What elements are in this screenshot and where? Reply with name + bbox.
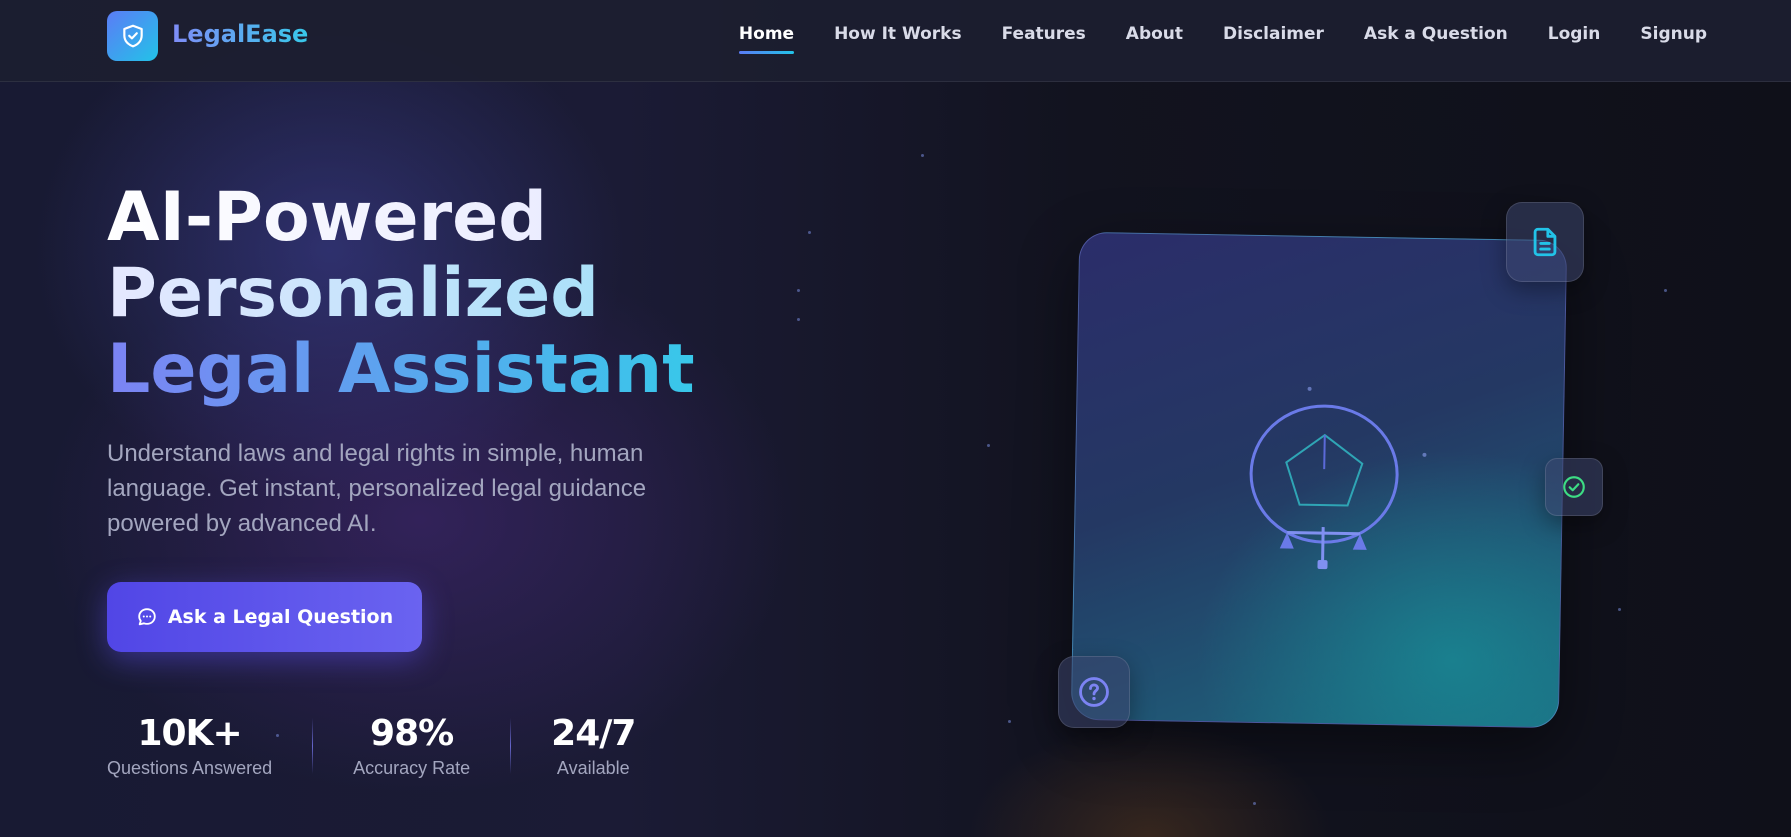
hero-title-line-3: Legal Assistant xyxy=(107,330,695,409)
nav-link-ask-question[interactable]: Ask a Question xyxy=(1364,24,1508,44)
landing-page: LegalEase Home How It Works Features Abo… xyxy=(0,0,1791,837)
cta-label: Ask a Legal Question xyxy=(167,606,394,628)
question-circle-icon xyxy=(1079,677,1109,707)
nav-link-home[interactable]: Home xyxy=(738,24,795,54)
top-navbar: LegalEase Home How It Works Features Abo… xyxy=(0,0,1791,82)
nav-link-about[interactable]: About xyxy=(1126,24,1183,44)
document-icon xyxy=(1533,227,1557,257)
stat-label: Available xyxy=(556,758,630,778)
hero-title-line-2: Personalized xyxy=(107,256,695,332)
stat-value: 24/7 xyxy=(551,713,636,754)
ask-legal-question-button[interactable]: Ask a Legal Question xyxy=(107,582,422,652)
decor-dot xyxy=(1253,802,1256,805)
illustration-card xyxy=(1070,231,1568,729)
stats-row: 10K+ Questions Answered 98% Accuracy Rat… xyxy=(107,712,636,779)
shield-check-icon xyxy=(122,24,143,48)
stat-divider xyxy=(510,718,512,774)
stat-value: 10K+ xyxy=(137,713,242,754)
stat-questions: 10K+ Questions Answered xyxy=(107,712,272,779)
decor-dot xyxy=(808,231,811,234)
stat-availability: 24/7 Available xyxy=(551,712,636,779)
document-badge[interactable] xyxy=(1506,202,1584,282)
nav-link-features[interactable]: Features xyxy=(1002,24,1086,44)
brand-name[interactable]: LegalEase xyxy=(172,20,308,48)
nav-links: Home How It Works Features About Disclai… xyxy=(738,24,1707,54)
nav-link-disclaimer[interactable]: Disclaimer xyxy=(1223,24,1324,44)
check-circle-icon xyxy=(1563,476,1585,498)
stat-value: 98% xyxy=(370,713,454,754)
decor-dot xyxy=(987,444,990,447)
question-badge[interactable] xyxy=(1058,656,1130,728)
hero-subtitle: Understand laws and legal rights in simp… xyxy=(107,440,647,537)
decor-dot xyxy=(1008,720,1011,723)
check-badge[interactable] xyxy=(1545,458,1603,516)
nav-link-signup[interactable]: Signup xyxy=(1640,24,1707,44)
stat-label: Questions Answered xyxy=(107,758,273,778)
stat-accuracy: 98% Accuracy Rate xyxy=(353,712,470,779)
nav-link-how-it-works[interactable]: How It Works xyxy=(834,24,962,44)
hero-illustration xyxy=(1058,202,1603,729)
logo[interactable] xyxy=(107,11,158,61)
decor-dot xyxy=(797,318,800,321)
stat-label: Accuracy Rate xyxy=(353,758,471,778)
scales-of-justice-icon xyxy=(1249,386,1427,570)
decor-dot xyxy=(797,289,800,292)
stat-divider xyxy=(312,718,314,774)
decor-dot xyxy=(921,154,924,157)
nav-link-login[interactable]: Login xyxy=(1548,24,1601,44)
chat-bubble-icon xyxy=(138,608,156,626)
decor-dot xyxy=(1664,289,1667,292)
decor-dot xyxy=(1618,608,1621,611)
hero-title-line-1: AI-Powered xyxy=(107,180,695,256)
hero-title: AI-Powered Personalized Legal Assistant xyxy=(107,180,695,408)
